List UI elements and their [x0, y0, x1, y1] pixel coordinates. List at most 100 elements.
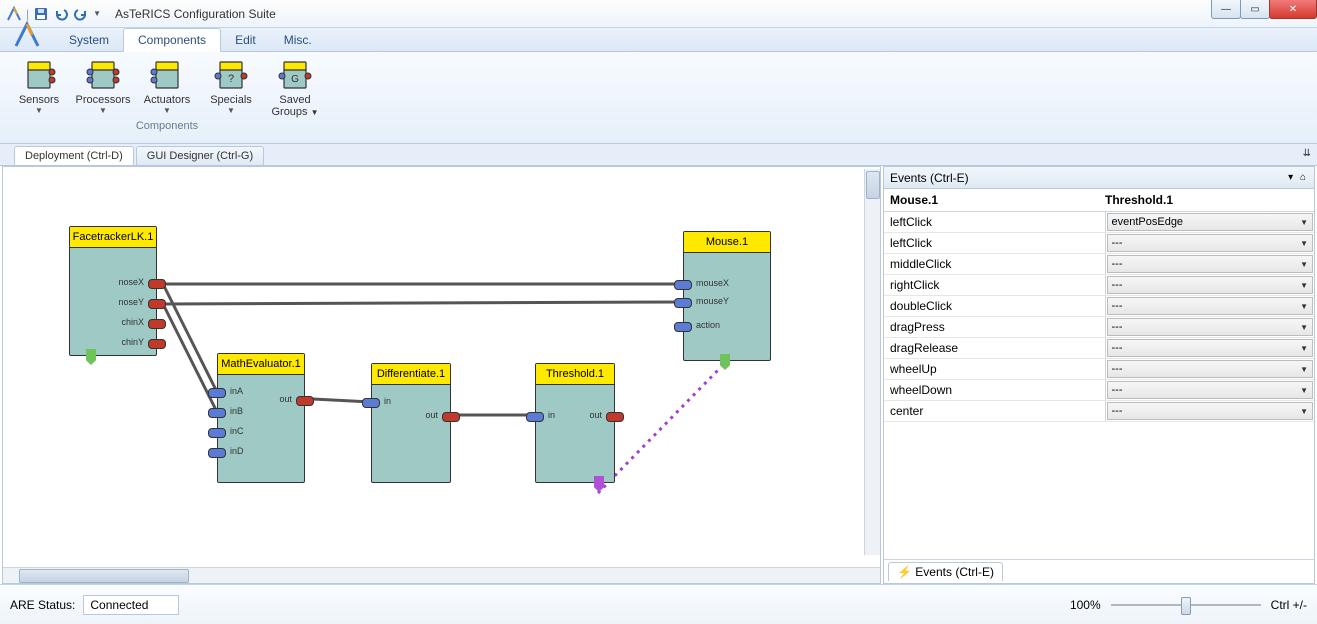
- app-menu-button[interactable]: [10, 18, 44, 52]
- port-in[interactable]: [362, 398, 380, 408]
- chevron-down-icon: ▼: [1300, 281, 1308, 290]
- event-dropdown[interactable]: ---▼: [1107, 276, 1314, 294]
- event-row: wheelDown---▼: [884, 380, 1314, 401]
- ribbon-body: Sensors ▼ Processors ▼ Actuators ▼ ? Spe…: [0, 52, 1317, 144]
- port-in[interactable]: [526, 412, 544, 422]
- main-area: FacetrackerLK.1 noseX noseY chinX chinY …: [0, 166, 1317, 584]
- title-bar: | ▼ AsTeRICS Configuration Suite — ▭ ✕: [0, 0, 1317, 28]
- maximize-button[interactable]: ▭: [1240, 0, 1270, 19]
- dropdown-arrow-icon: ▼: [35, 106, 43, 115]
- event-dropdown[interactable]: ---▼: [1107, 360, 1314, 378]
- event-dropdown[interactable]: ---▼: [1107, 234, 1314, 252]
- event-dropdown[interactable]: ---▼: [1107, 255, 1314, 273]
- port-out[interactable]: [606, 412, 624, 422]
- event-row: leftClickeventPosEdge▼: [884, 212, 1314, 233]
- zoom-hint: Ctrl +/-: [1271, 598, 1307, 612]
- event-dropdown[interactable]: ---▼: [1107, 297, 1314, 315]
- status-label: ARE Status:: [10, 598, 75, 612]
- chevron-down-icon: ▼: [1300, 239, 1308, 248]
- vertical-scrollbar[interactable]: [864, 169, 880, 555]
- component-mouse[interactable]: Mouse.1 mouseX mouseY action: [683, 231, 771, 361]
- events-panel-header: Events (Ctrl-E) ▾ ⌂: [884, 167, 1314, 189]
- close-button[interactable]: ✕: [1269, 0, 1317, 19]
- svg-text:?: ?: [228, 73, 234, 85]
- chevron-down-icon: ▼: [1300, 407, 1308, 416]
- event-port-icon[interactable]: [594, 476, 604, 492]
- events-panel-title: Events (Ctrl-E): [890, 171, 969, 185]
- port-in-action[interactable]: [674, 322, 692, 332]
- chevron-down-icon: ▼: [1300, 365, 1308, 374]
- port-out[interactable]: [296, 396, 314, 406]
- undo-icon[interactable]: [53, 6, 69, 22]
- event-label: leftClick: [884, 212, 1106, 232]
- specials-label: Specials: [210, 94, 252, 106]
- event-row: center---▼: [884, 401, 1314, 422]
- slider-knob[interactable]: [1181, 597, 1191, 615]
- window-controls: — ▭ ✕: [1212, 0, 1317, 19]
- panel-pin-icons[interactable]: ▾ ⌂: [1288, 172, 1308, 183]
- event-dropdown[interactable]: ---▼: [1107, 318, 1314, 336]
- events-panel: Events (Ctrl-E) ▾ ⌂ Mouse.1 Threshold.1 …: [883, 166, 1315, 584]
- event-dropdown[interactable]: ---▼: [1107, 402, 1314, 420]
- tab-gui-designer[interactable]: GUI Designer (Ctrl-G): [136, 146, 264, 165]
- port-in-a[interactable]: [208, 388, 226, 398]
- component-title: Differentiate.1: [372, 364, 450, 385]
- component-diff[interactable]: Differentiate.1 in out: [371, 363, 451, 483]
- dropdown-arrow-icon: ▼: [227, 106, 235, 115]
- event-row: dragRelease---▼: [884, 338, 1314, 359]
- events-bottom-tab[interactable]: ⚡ Events (Ctrl-E): [888, 562, 1003, 581]
- event-port-icon[interactable]: [720, 354, 730, 370]
- events-col-left: Mouse.1: [884, 189, 1099, 211]
- ribbon-tab-misc[interactable]: Misc.: [270, 29, 326, 51]
- canvas-pane[interactable]: FacetrackerLK.1 noseX noseY chinX chinY …: [2, 166, 881, 584]
- component-title: Mouse.1: [684, 232, 770, 253]
- port-out-chiny[interactable]: [148, 339, 166, 349]
- component-math[interactable]: MathEvaluator.1 inA inB inC inD out: [217, 353, 305, 483]
- event-label: wheelDown: [884, 380, 1106, 400]
- chevron-down-icon: ▼: [1300, 344, 1308, 353]
- actuators-button[interactable]: Actuators ▼: [140, 56, 194, 118]
- component-threshold[interactable]: Threshold.1 in out: [535, 363, 615, 483]
- event-dropdown[interactable]: eventPosEdge▼: [1107, 213, 1314, 231]
- ribbon-tab-edit[interactable]: Edit: [221, 29, 270, 51]
- ribbon-tab-system[interactable]: System: [55, 29, 123, 51]
- port-in-d[interactable]: [208, 448, 226, 458]
- ribbon-tab-components[interactable]: Components: [123, 28, 221, 52]
- zoom-slider[interactable]: [1111, 595, 1261, 615]
- component-title: Threshold.1: [536, 364, 614, 385]
- event-dropdown[interactable]: ---▼: [1107, 381, 1314, 399]
- port-in-c[interactable]: [208, 428, 226, 438]
- tab-options-icon[interactable]: ⇊: [1303, 148, 1311, 159]
- scrollbar-thumb[interactable]: [19, 569, 189, 583]
- port-out-chinx[interactable]: [148, 319, 166, 329]
- redo-icon[interactable]: [73, 6, 89, 22]
- window-title: AsTeRICS Configuration Suite: [107, 7, 276, 21]
- port-in-mousey[interactable]: [674, 298, 692, 308]
- event-row: doubleClick---▼: [884, 296, 1314, 317]
- ribbon-group-label: Components: [136, 120, 198, 132]
- minimize-button[interactable]: —: [1211, 0, 1241, 19]
- scrollbar-thumb[interactable]: [866, 171, 880, 199]
- svg-text:G: G: [291, 74, 299, 85]
- processors-button[interactable]: Processors ▼: [76, 56, 130, 118]
- port-out-nosex[interactable]: [148, 279, 166, 289]
- event-dropdown[interactable]: ---▼: [1107, 339, 1314, 357]
- port-in-b[interactable]: [208, 408, 226, 418]
- chevron-down-icon: ▼: [1300, 323, 1308, 332]
- tab-deployment[interactable]: Deployment (Ctrl-D): [14, 146, 134, 165]
- event-label: center: [884, 401, 1106, 421]
- specials-button[interactable]: ? Specials ▼: [204, 56, 258, 118]
- component-facetracker[interactable]: FacetrackerLK.1 noseX noseY chinX chinY: [69, 226, 157, 356]
- saved-groups-button[interactable]: G Saved Groups ▼: [268, 56, 322, 118]
- sensors-button[interactable]: Sensors ▼: [12, 56, 66, 118]
- processors-label: Processors: [75, 94, 130, 106]
- horizontal-scrollbar[interactable]: [3, 567, 880, 583]
- port-out-nosey[interactable]: [148, 299, 166, 309]
- component-title: MathEvaluator.1: [218, 354, 304, 375]
- event-row: dragPress---▼: [884, 317, 1314, 338]
- saved-groups-label: Saved Groups ▼: [268, 94, 322, 118]
- events-column-headers: Mouse.1 Threshold.1: [884, 189, 1314, 212]
- qat-dropdown-icon[interactable]: ▼: [93, 9, 101, 18]
- port-out[interactable]: [442, 412, 460, 422]
- port-in-mousex[interactable]: [674, 280, 692, 290]
